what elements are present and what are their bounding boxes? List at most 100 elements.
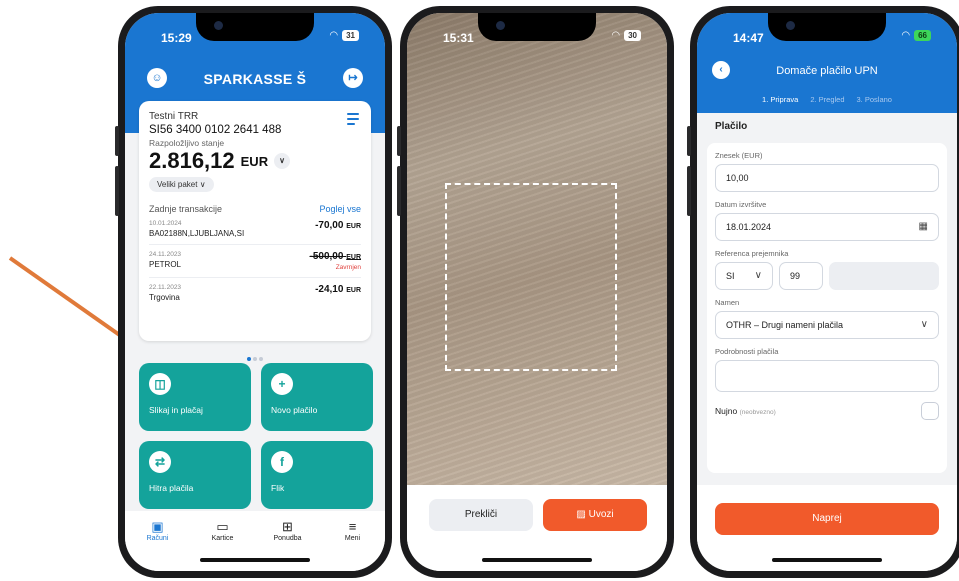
wifi-icon: ◠ [901, 30, 911, 41]
page-title: Domače plačilo UPN [776, 65, 878, 77]
transaction-row[interactable]: 22.11.2023 Trgovina -24,10 EUR [149, 278, 361, 308]
scan-frame [445, 183, 617, 371]
tile-flik[interactable]: f Flik [261, 441, 373, 509]
notch [768, 13, 886, 41]
transaction-amount: -500,00 EUR [309, 251, 361, 262]
tile-label: Flik [271, 483, 285, 493]
section-title: Plačilo [715, 121, 748, 132]
camera-icon: ◫ [149, 373, 171, 395]
chevron-down-icon: ∨ [754, 270, 762, 281]
wifi-icon: ◠ [611, 30, 621, 41]
transaction-amount: -70,00 EUR [315, 220, 361, 231]
amount-input[interactable]: 10,00 [715, 164, 939, 192]
phone-accounts: 15:29 ◠ 31 ☺ SPARKASSE Š ↦ Testni TRR SI… [115, 6, 392, 578]
tab-label: Kartice [211, 535, 234, 542]
gallery-icon: ▨ [576, 509, 586, 520]
accounts-icon: ▣ [151, 519, 164, 534]
stage: 15:29 ◠ 31 ☺ SPARKASSE Š ↦ Testni TRR SI… [0, 0, 959, 581]
tile-quick-payments[interactable]: ⇄ Hitra plačila [139, 441, 251, 509]
home-indicator [772, 558, 882, 562]
package-selector[interactable]: Veliki paket ∨ [149, 177, 214, 192]
balance: 2.816,12 EUR ∨ [149, 148, 361, 174]
wifi-icon: ◠ [329, 30, 339, 41]
tile-label: Novo plačilo [271, 405, 318, 415]
cancel-button[interactable]: Prekliči [429, 499, 533, 531]
transaction-row[interactable]: 24.11.2023 PETROL -500,00 EUR Zavrnjen [149, 245, 361, 278]
step-2: 2. Pregled [810, 95, 845, 104]
plus-icon: + [271, 373, 293, 395]
transaction-date: 24.11.2023 [149, 251, 182, 258]
card-icon: ▭ [216, 519, 229, 534]
urgent-row: Nujno (neobvezno) [715, 402, 939, 420]
date-input[interactable]: 18.01.2024 ▦ [715, 213, 939, 241]
transactions-title: Zadnje transakcije [149, 204, 223, 214]
transaction-payee: Trgovina [149, 293, 180, 302]
urgent-label: Nujno [715, 406, 738, 416]
battery-icon: 31 [342, 30, 359, 41]
swap-icon: ⇄ [149, 451, 171, 473]
details-label: Podrobnosti plačila [715, 347, 779, 356]
account-menu-icon[interactable] [347, 113, 359, 128]
home-indicator [200, 558, 310, 562]
reference-row: SI ∨ 99 [715, 262, 939, 290]
reference-number-input[interactable] [829, 262, 939, 290]
urgent-checkbox[interactable] [921, 402, 939, 420]
tab-label: Meni [344, 535, 361, 542]
status-time: 15:31 [443, 31, 474, 45]
notch [196, 13, 314, 41]
step-3: 3. Poslano [856, 95, 892, 104]
battery-icon: 30 [624, 30, 641, 41]
account-iban: SI56 3400 0102 2641 488 [149, 124, 282, 136]
menu-icon: ≡ [348, 519, 357, 534]
transaction-payee: PETROL [149, 260, 182, 269]
tab-label: Ponudba [273, 535, 302, 542]
tab-menu[interactable]: ≡ Meni [328, 519, 378, 571]
tile-label: Slikaj in plačaj [149, 405, 203, 415]
tab-offers[interactable]: ⊞ Ponudba [263, 519, 313, 571]
account-name: Testni TRR [149, 111, 199, 122]
purpose-label: Namen [715, 298, 740, 307]
phone-scanner: 15:31 ◠ 30 Prekliči ▨ Uvozi [397, 6, 674, 578]
transaction-payee: BA02188N,LJUBLJANA,SI [149, 229, 245, 238]
transactions-header: Zadnje transakcije Poglej vse [149, 204, 361, 214]
step-indicator: 1. Priprava 2. Pregled 3. Poslano [697, 95, 957, 104]
transaction-date: 22.11.2023 [149, 284, 182, 291]
next-button[interactable]: Naprej [715, 503, 939, 535]
view-all-link[interactable]: Poglej vse [319, 204, 361, 214]
notch [478, 13, 596, 41]
accounts-screen: 15:29 ◠ 31 ☺ SPARKASSE Š ↦ Testni TRR SI… [125, 13, 385, 571]
tab-label: Računi [146, 535, 169, 542]
balance-amount: 2.816,12 [149, 148, 235, 173]
transaction-row[interactable]: 10.01.2024 BA02188N,LJUBLJANA,SI -70,00 EU… [149, 214, 361, 245]
reference-country-select[interactable]: SI ∨ [715, 262, 773, 290]
calendar-icon[interactable]: ▦ [919, 214, 928, 240]
balance-label: Razpoložljivo stanje [149, 138, 225, 148]
status-time: 15:29 [161, 31, 192, 45]
tile-scan-and-pay[interactable]: ◫ Slikaj in plačaj [139, 363, 251, 431]
balance-currency: EUR [240, 153, 269, 169]
amount-label: Znesek (EUR) [715, 151, 763, 160]
chevron-down-icon[interactable]: ∨ [274, 153, 291, 169]
logout-button[interactable]: ↦ [343, 68, 363, 88]
reference-model-input[interactable]: 99 [779, 262, 823, 290]
tab-cards[interactable]: ▭ Kartice [198, 519, 248, 571]
tile-new-payment[interactable]: + Novo plačilo [261, 363, 373, 431]
tab-bar: ▣ Računi ▭ Kartice ⊞ Ponudba ≡ Meni [125, 511, 385, 571]
reference-label: Referenca prejemnika [715, 249, 789, 258]
flik-icon: f [271, 451, 293, 473]
tab-accounts[interactable]: ▣ Računi [133, 519, 183, 571]
grid-icon: ⊞ [282, 519, 293, 534]
payment-screen: 14:47 ◠ 66 ‹ Domače plačilo UPN 1. Pripr… [697, 13, 957, 571]
account-card[interactable]: Testni TRR SI56 3400 0102 2641 488 Razpo… [139, 101, 371, 341]
tile-label: Hitra plačila [149, 483, 194, 493]
import-button[interactable]: ▨ Uvozi [543, 499, 647, 531]
battery-icon: 66 [914, 30, 931, 41]
transaction-amount: -24,10 EUR [315, 284, 361, 295]
date-label: Datum izvršitve [715, 200, 767, 209]
urgent-optional: (neobvezno) [739, 409, 776, 416]
details-input[interactable] [715, 360, 939, 392]
import-label: Uvozi [588, 509, 614, 520]
transaction-date: 10.01.2024 [149, 220, 182, 227]
chevron-down-icon: ∨ [920, 319, 928, 330]
purpose-select[interactable]: OTHR – Drugi nameni plačila ∨ [715, 311, 939, 339]
